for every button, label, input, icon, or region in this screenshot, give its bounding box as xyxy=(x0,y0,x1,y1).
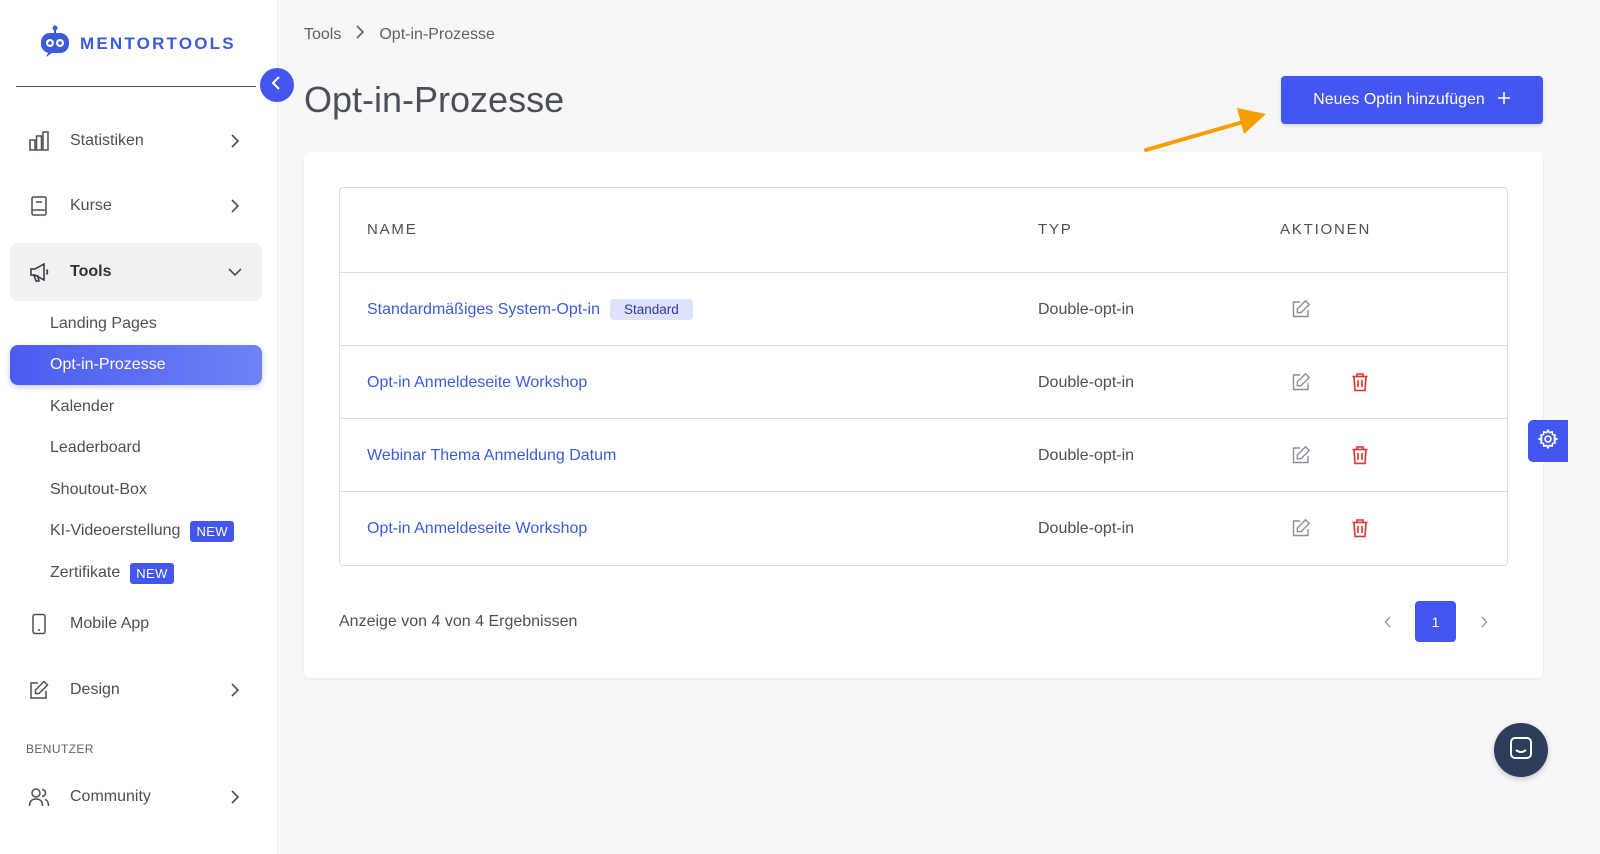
book-icon xyxy=(28,195,50,217)
optin-name-link[interactable]: Standardmäßiges System-Opt-in Standard xyxy=(367,273,693,346)
edit-icon[interactable] xyxy=(1290,444,1312,466)
optin-name: Opt-in Anmeldeseite Workshop xyxy=(367,373,588,391)
sidebar-subitem-label: Shoutout-Box xyxy=(50,481,147,498)
table-header: NAME TYP AKTIONEN xyxy=(340,188,1507,273)
pagination-prev-icon[interactable] xyxy=(1378,612,1398,632)
sidebar-subitem-ki-videoerstellung[interactable]: KI-Videoerstellung NEW xyxy=(10,511,262,551)
optin-name: Opt-in Anmeldeseite Workshop xyxy=(367,519,588,537)
table-row: Standardmäßiges System-Opt-in Standard D… xyxy=(340,273,1507,346)
sidebar-subitem-label: Kalender xyxy=(50,398,115,415)
gear-icon xyxy=(1537,428,1559,455)
column-header-typ: TYP xyxy=(1038,221,1073,238)
chat-icon xyxy=(1508,735,1534,766)
trash-icon[interactable] xyxy=(1349,517,1371,539)
sidebar-subitem-opt-in-prozesse[interactable]: Opt-in-Prozesse xyxy=(10,345,262,385)
sidebar-subitem-landing-pages[interactable]: Landing Pages xyxy=(10,304,262,344)
optin-card: NAME TYP AKTIONEN Standardmäßiges System… xyxy=(304,152,1543,678)
optin-type: Double-opt-in xyxy=(1038,519,1135,537)
chevron-right-icon xyxy=(228,134,242,148)
brand-logo[interactable]: MENTORTOOLS xyxy=(38,24,236,63)
sidebar-subitem-label: Leaderboard xyxy=(50,439,141,456)
divider xyxy=(16,86,256,87)
section-label-benutzer: BENUTZER xyxy=(26,742,94,756)
results-summary: Anzeige von 4 von 4 Ergebnissen xyxy=(339,613,578,630)
breadcrumb-current: Opt-in-Prozesse xyxy=(379,25,495,43)
optin-type: Double-opt-in xyxy=(1038,300,1135,318)
optin-table: NAME TYP AKTIONEN Standardmäßiges System… xyxy=(339,187,1508,566)
chevron-down-icon xyxy=(228,265,242,279)
optin-type: Double-opt-in xyxy=(1038,446,1135,464)
brand-name: MENTORTOOLS xyxy=(80,33,236,53)
sidebar-item-kurse[interactable]: Kurse xyxy=(10,177,262,235)
table-row: Opt-in Anmeldeseite Workshop Double-opt-… xyxy=(340,492,1507,565)
pen-square-icon xyxy=(28,679,50,701)
chevron-right-icon xyxy=(355,25,365,44)
sidebar-subitem-label: Landing Pages xyxy=(50,315,157,332)
sidebar-item-design[interactable]: Design xyxy=(10,661,262,719)
chevron-right-icon xyxy=(228,790,242,804)
sidebar-item-label: Community xyxy=(70,788,151,805)
chevron-left-icon xyxy=(271,75,283,95)
breadcrumb-link-tools[interactable]: Tools xyxy=(304,26,341,44)
sidebar-item-community[interactable]: Community xyxy=(10,768,262,826)
sidebar-item-label: Tools xyxy=(70,263,112,280)
sidebar-subitem-shoutout-box[interactable]: Shoutout-Box xyxy=(10,470,262,510)
breadcrumb: Tools Opt-in-Prozesse xyxy=(304,25,495,44)
optin-name-link[interactable]: Webinar Thema Anmeldung Datum xyxy=(367,419,616,492)
plus-icon xyxy=(1497,91,1511,110)
sidebar-subitem-zertifikate[interactable]: Zertifikate NEW xyxy=(10,553,262,593)
column-header-name: NAME xyxy=(367,221,418,238)
robot-logo-icon xyxy=(38,24,72,63)
sidebar-subitem-label: Zertifikate xyxy=(50,564,121,581)
optin-name-link[interactable]: Opt-in Anmeldeseite Workshop xyxy=(367,346,587,419)
edit-icon[interactable] xyxy=(1290,371,1312,393)
sidebar: MENTORTOOLS Statistiken Kurse Tools Land… xyxy=(0,0,278,854)
optin-type: Double-opt-in xyxy=(1038,373,1135,391)
sidebar-item-tools[interactable]: Tools xyxy=(10,243,262,301)
settings-tab-button[interactable] xyxy=(1528,420,1568,462)
sidebar-item-mobile-app[interactable]: Mobile App xyxy=(10,595,262,653)
sidebar-subitem-label: Opt-in-Prozesse xyxy=(50,356,166,373)
trash-icon[interactable] xyxy=(1349,371,1371,393)
users-icon xyxy=(28,786,50,808)
trash-icon[interactable] xyxy=(1349,444,1371,466)
sidebar-item-label: Kurse xyxy=(70,197,112,214)
sidebar-item-label: Statistiken xyxy=(70,132,144,149)
sidebar-subitem-kalender[interactable]: Kalender xyxy=(10,387,262,427)
add-optin-button[interactable]: Neues Optin hinzufügen xyxy=(1281,76,1543,124)
smartphone-icon xyxy=(28,613,50,635)
new-badge: NEW xyxy=(130,562,174,584)
new-badge: NEW xyxy=(190,520,234,542)
page-title: Opt-in-Prozesse xyxy=(304,79,565,120)
chevron-right-icon xyxy=(228,683,242,697)
sidebar-subitem-label: KI-Videoerstellung xyxy=(50,522,181,539)
chat-launcher-button[interactable] xyxy=(1494,723,1548,777)
add-optin-label: Neues Optin hinzufügen xyxy=(1313,91,1485,108)
standard-badge: Standard xyxy=(609,299,693,320)
sidebar-item-label: Mobile App xyxy=(70,615,150,632)
optin-name-link[interactable]: Opt-in Anmeldeseite Workshop xyxy=(367,492,587,565)
sidebar-subitem-leaderboard[interactable]: Leaderboard xyxy=(10,428,262,468)
edit-icon[interactable] xyxy=(1290,517,1312,539)
table-row: Opt-in Anmeldeseite Workshop Double-opt-… xyxy=(340,346,1507,419)
table-row: Webinar Thema Anmeldung Datum Double-opt… xyxy=(340,419,1507,492)
column-header-aktionen: AKTIONEN xyxy=(1280,221,1372,238)
megaphone-icon xyxy=(28,261,50,283)
optin-name: Standardmäßiges System-Opt-in xyxy=(367,300,600,318)
pagination-next-icon[interactable] xyxy=(1474,612,1494,632)
edit-icon[interactable] xyxy=(1290,298,1312,320)
pagination-page-current[interactable]: 1 xyxy=(1415,601,1456,642)
bar-chart-icon xyxy=(28,130,50,152)
chevron-right-icon xyxy=(228,199,242,213)
optin-name: Webinar Thema Anmeldung Datum xyxy=(367,446,617,464)
sidebar-item-label: Design xyxy=(70,681,120,698)
sidebar-item-statistiken[interactable]: Statistiken xyxy=(10,112,262,170)
sidebar-collapse-button[interactable] xyxy=(260,68,294,102)
